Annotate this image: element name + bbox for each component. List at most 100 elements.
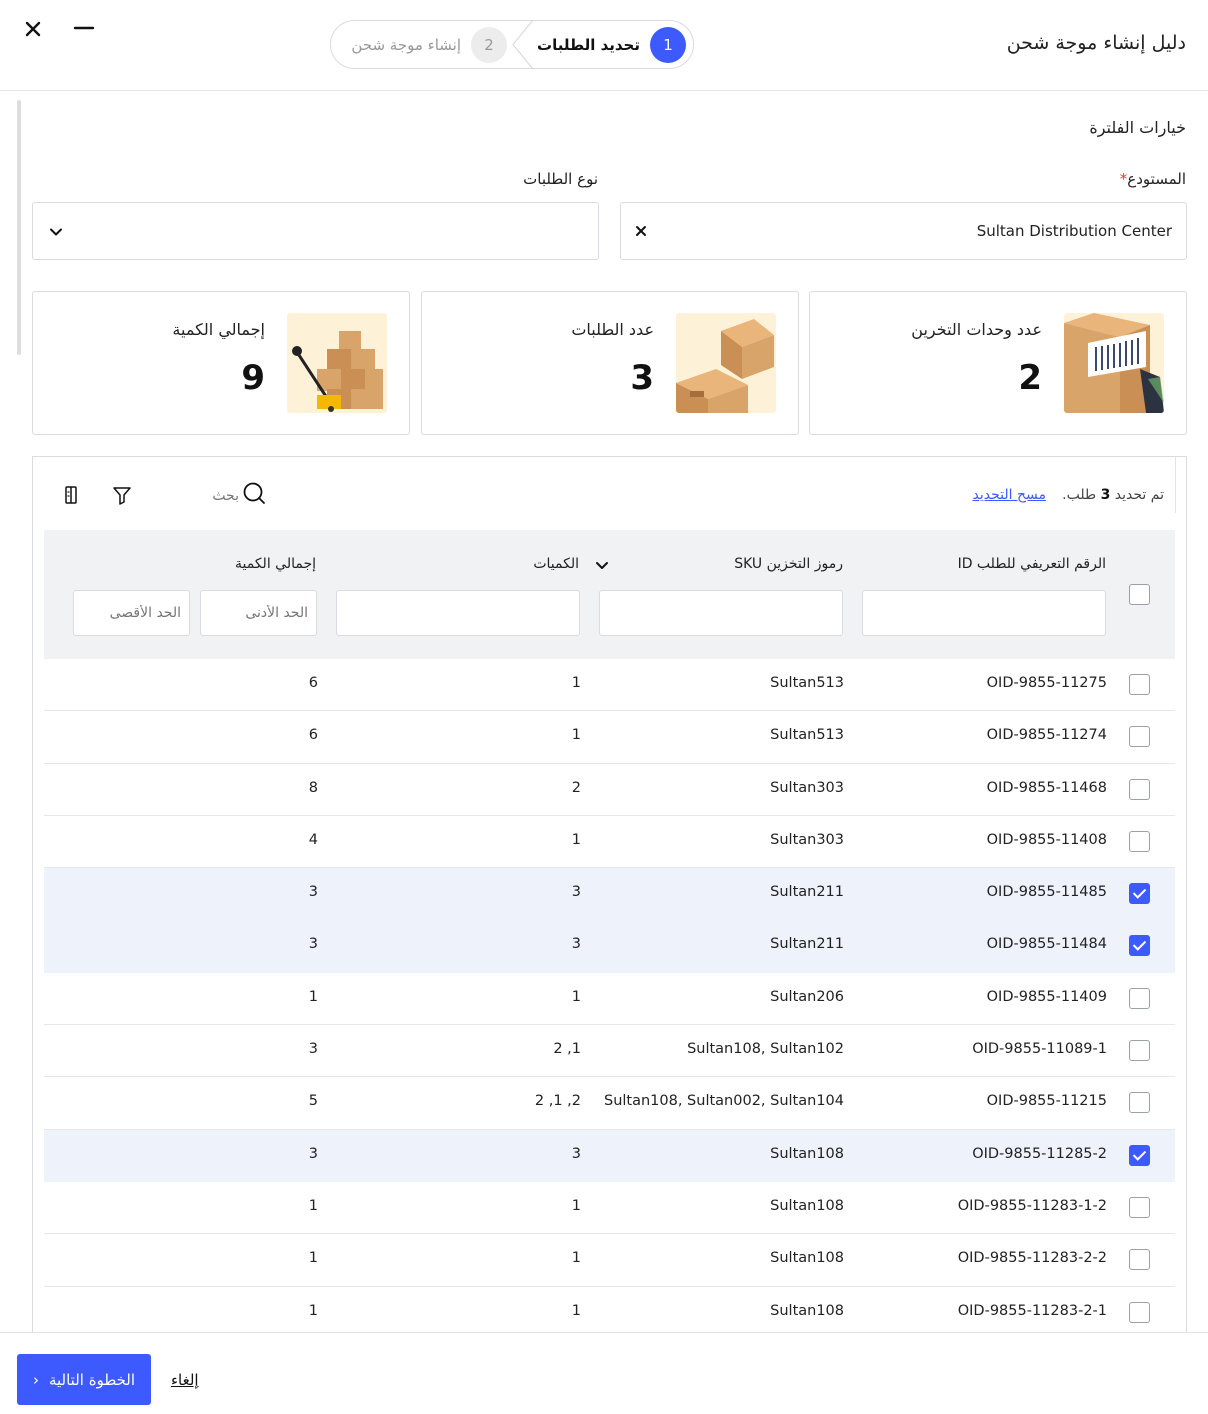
orders-table-panel: تم تحديد 3 طلب. مسح التحديد الرقم التعري… [32,456,1187,1332]
row-checkbox[interactable] [1129,1301,1150,1323]
sku-cell: Sultan108 [770,1197,844,1214]
step-label: تحديد الطلبات [537,35,640,54]
row-checkbox[interactable] [1129,1040,1150,1062]
sku-cell: Sultan108, Sultan002, Sultan104 [603,1093,844,1110]
total-max-filter-input[interactable] [73,590,190,636]
row-checkbox[interactable] [1129,1092,1150,1114]
next-step-label: الخطوة التالية [48,1370,136,1389]
clear-icon[interactable] [633,223,649,239]
row-checkbox[interactable] [1129,1196,1150,1218]
next-step-button[interactable]: الخطوة التالية ‹ [17,1354,151,1405]
sku-filter-input[interactable] [599,590,843,636]
row-checkbox[interactable] [1129,1249,1150,1271]
sku-cell: Sultan513 [770,675,844,691]
total-quantity-cell: 5 [308,1093,318,1110]
table-row[interactable]: OID-9855-11283-2-1 Sultan108 1 1 [44,1286,1175,1332]
table-row[interactable]: OID-9855-11275 Sultan513 1 6 [44,659,1175,712]
step-number: 1 [650,26,686,63]
total-quantity-cell: 4 [308,831,318,848]
row-checkbox[interactable] [1129,987,1150,1009]
table-row[interactable]: OID-9855-11468 Sultan303 2 8 [44,763,1175,816]
table-row[interactable]: OID-9855-11408 Sultan303 1 4 [44,815,1175,869]
table-row[interactable]: OID-9855-11215 Sultan108, Sultan002, Sult… [44,1077,1175,1130]
table-header: الرقم التعريفي للطلب ID رموز التخزين SKU… [44,530,1175,659]
scrollbar[interactable] [17,100,21,355]
wizard-stepper: 1 تحديد الطلبات 2 إنشاء موجة شحن [330,20,694,69]
quantities-cell: 2 [571,779,581,796]
order-id-cell: OID-9855-11275 [986,675,1107,691]
total-quantity-cell: 3 [308,884,318,901]
select-all-checkbox[interactable] [1129,584,1150,605]
stat-value: 3 [630,358,654,398]
sku-cell: Sultan108, Sultan102 [687,1041,844,1058]
order-id-filter-input[interactable] [862,590,1106,636]
quantities-cell: 3 [571,1145,581,1162]
order-id-cell: OID-9855-11484 [986,936,1107,953]
row-checkbox[interactable] [1129,1144,1150,1166]
column-header-sku[interactable]: رموز التخزين SKU [734,556,843,572]
step-select-orders[interactable]: 1 تحديد الطلبات [515,21,693,68]
clear-selection-link[interactable]: مسح التحديد [973,487,1047,503]
table-row[interactable]: OID-9855-11409 Sultan206 1 1 [44,972,1175,1026]
order-id-cell: OID-9855-11408 [986,831,1107,848]
order-id-cell: OID-9855-11285-2 [972,1145,1107,1162]
stat-value: 9 [241,358,265,398]
order-type-label: نوع الطلبات [523,170,598,188]
table-row[interactable]: OID-9855-11285-2 Sultan108 3 3 [44,1129,1175,1182]
stat-card-total-quantity: إجمالي الكمية 9 [32,291,410,435]
table-row[interactable]: OID-9855-11274 Sultan513 1 6 [44,711,1175,764]
row-checkbox[interactable] [1129,726,1150,748]
table-row[interactable]: OID-9855-11089-1 Sultan108, Sultan102 2 ,1… [44,1025,1175,1078]
warehouse-label: المستودع* [1119,170,1186,188]
chevron-down-icon[interactable] [595,560,609,572]
search-input[interactable] [183,485,239,507]
table-row[interactable]: OID-9855-11485 Sultan211 3 3 [44,868,1175,921]
sku-cell: Sultan303 [770,779,844,796]
row-checkbox[interactable] [1129,674,1150,695]
column-header-total-quantity[interactable]: إجمالي الكمية [235,556,316,572]
sku-cell: Sultan211 [770,884,844,901]
column-header-quantities[interactable]: الكميات [533,556,579,572]
row-checkbox[interactable] [1129,935,1150,957]
row-checkbox[interactable] [1129,830,1150,852]
step-create-wave[interactable]: 2 إنشاء موجة شحن [331,21,515,68]
step-number: 2 [471,26,507,63]
filter-icon[interactable] [111,484,133,506]
chevron-left-icon: ‹ [32,1370,39,1389]
stacked-boxes-illustration [676,313,776,413]
order-id-cell: OID-9855-11485 [986,884,1107,901]
cancel-link[interactable]: إلغاء [171,1371,199,1389]
column-header-order-id[interactable]: الرقم التعريفي للطلب ID [958,556,1106,572]
table-row[interactable]: OID-9855-11283-2-2 Sultan108 1 1 [44,1234,1175,1287]
total-quantity-cell: 1 [308,1197,318,1214]
sku-cell: Sultan108 [770,1302,844,1319]
selection-summary: تم تحديد 3 طلب. [1062,487,1164,503]
stat-label: عدد وحدات التخرين [911,320,1042,339]
order-type-select[interactable] [32,202,599,260]
total-quantity-cell: 3 [308,1041,318,1058]
wizard-header: 1 تحديد الطلبات 2 إنشاء موجة شحن دليل إن… [0,0,1208,91]
table-row[interactable]: OID-9855-11484 Sultan211 3 3 [44,920,1175,973]
table-row[interactable]: OID-9855-11283-1-2 Sultan108 1 1 [44,1181,1175,1235]
stat-label: عدد الطلبات [571,320,654,339]
sku-cell: Sultan206 [770,988,844,1005]
row-checkbox[interactable] [1129,883,1150,905]
total-min-filter-input[interactable] [200,590,317,636]
warehouse-select[interactable]: Sultan Distribution Center [620,202,1187,260]
close-icon[interactable] [22,18,44,40]
minimize-icon[interactable] [72,18,96,40]
total-quantity-cell: 1 [308,1250,318,1267]
stat-card-orders-count: عدد الطلبات 3 [421,291,799,435]
quantities-cell: 1 [571,1302,581,1319]
wizard-footer: الخطوة التالية ‹ إلغاء [0,1332,1208,1414]
search-icon[interactable] [240,481,266,507]
row-checkbox[interactable] [1129,778,1150,800]
quantities-filter-input[interactable] [336,590,580,636]
quantities-cell: 1 [571,675,581,691]
total-quantity-cell: 3 [308,1145,318,1162]
total-quantity-cell: 3 [308,936,318,953]
sku-cell: Sultan108 [770,1250,844,1267]
columns-settings-icon[interactable] [61,484,81,506]
sku-cell: Sultan303 [770,831,844,848]
total-quantity-cell: 1 [308,1302,318,1319]
